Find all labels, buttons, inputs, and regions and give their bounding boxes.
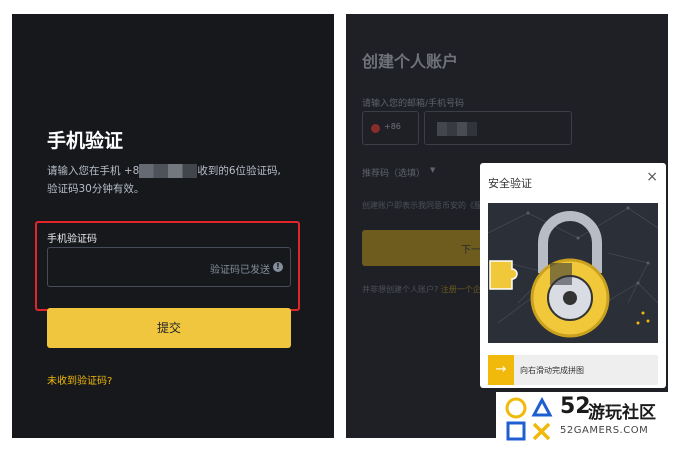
phone-field-label: 请输入您的邮箱/手机号码 — [362, 99, 465, 109]
dial-code: +86 — [384, 122, 401, 131]
masked-phone-number — [139, 164, 198, 178]
resend-code-link[interactable]: 未收到验证码? — [47, 372, 112, 387]
desc-prefix: 请输入您在手机 +8 — [47, 165, 140, 177]
watermark-logo-icon — [505, 396, 553, 441]
security-verification-modal: 安全验证 × → 向右滑动完成拼图 — [480, 163, 666, 388]
china-flag-icon — [371, 124, 380, 133]
register-prompt: 并非想创建个人账户? — [362, 285, 439, 294]
page-title: 手机验证 — [47, 130, 124, 152]
masked-phone-value — [437, 122, 477, 136]
info-icon[interactable]: ! — [273, 262, 283, 272]
business-register-line: 并非想创建个人账户? 注册一个企 — [362, 284, 481, 295]
close-icon[interactable]: × — [646, 169, 658, 185]
register-business-link[interactable]: 注册一个企 — [441, 285, 481, 294]
modal-title: 安全验证 — [488, 177, 532, 190]
phone-verification-panel: 手机验证 请输入您在手机 +8 收到的6位验证码, 验证码30分钟有效。 手机验证… — [12, 14, 334, 438]
chevron-down-icon[interactable]: ▼ — [430, 166, 435, 174]
country-code-select[interactable]: +86 — [362, 111, 419, 145]
referral-label[interactable]: 推荐码（选填） — [362, 166, 425, 179]
watermark-number: 52 — [560, 394, 591, 419]
submit-button[interactable]: 提交 — [47, 308, 291, 348]
next-button[interactable]: 下一步 — [362, 230, 497, 266]
terms-text: 创建账户即表示我同意币安的《服务 — [362, 201, 490, 210]
watermark: 52 游玩社区 52GAMERS.COM — [496, 392, 676, 448]
slider-hint: 向右滑动完成拼图 — [520, 366, 584, 375]
code-sent-status: 验证码已发送 — [210, 265, 270, 276]
desc-suffix: 收到的6位验证码, — [197, 165, 281, 177]
verification-description: 请输入您在手机 +8 收到的6位验证码, 验证码30分钟有效。 — [47, 162, 307, 198]
account-title: 创建个人账户 — [362, 52, 459, 71]
code-field-label: 手机验证码 — [47, 234, 97, 245]
puzzle-image — [488, 203, 658, 343]
desc-validity: 验证码30分钟有效。 — [47, 183, 145, 195]
arrow-right-icon[interactable]: → — [488, 355, 514, 385]
captcha-slider[interactable]: → 向右滑动完成拼图 — [488, 355, 658, 385]
sms-code-input[interactable]: 验证码已发送 ! — [47, 247, 291, 287]
watermark-name: 游玩社区 — [588, 403, 656, 423]
phone-input[interactable] — [424, 111, 572, 145]
watermark-site: 52GAMERS.COM — [560, 425, 649, 436]
